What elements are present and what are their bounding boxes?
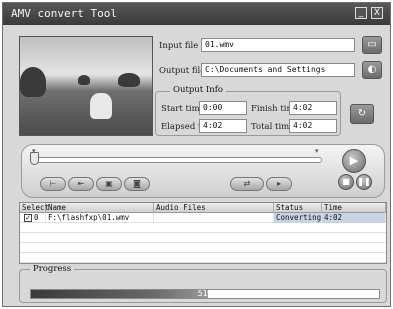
empty-row	[20, 223, 386, 233]
preview-tree	[20, 67, 46, 97]
column-select[interactable]: Select	[20, 203, 49, 213]
total-time-label: Total time	[251, 122, 295, 132]
empty-row	[20, 253, 386, 263]
snapshot-button[interactable]: ▣	[96, 177, 122, 191]
play-icon: ▶	[349, 154, 359, 167]
minimize-button[interactable]: _	[355, 7, 367, 19]
stop-button[interactable]: ■	[338, 174, 354, 190]
mark-in-button[interactable]: ⊢	[40, 177, 66, 191]
progress-text: 51%	[197, 289, 213, 298]
browse-input-button[interactable]: ▭	[362, 36, 382, 54]
browse-output-button[interactable]: ◐	[362, 61, 382, 79]
total-time-field: 4:02	[289, 119, 337, 133]
input-file-label: Input file	[159, 41, 199, 51]
capture-icon: ◙	[133, 179, 141, 188]
row-name-cell: F:\flashfxp\01.wmv	[46, 213, 154, 223]
stop-icon: ■	[342, 177, 350, 186]
playback-controls: ▾ ▾ ⊢ ⇤ ▣ ◙ ⇄ ▸ ▶ ■ ❚❚	[21, 144, 385, 198]
folder-icon: ▭	[367, 39, 377, 50]
progress-title: Progress	[30, 264, 75, 274]
empty-row	[20, 233, 386, 243]
globe-icon: ◐	[367, 64, 377, 75]
mark-in-icon: ⊢	[49, 179, 57, 188]
end-marker-icon: ▾	[315, 147, 319, 155]
checkbox-checked-icon[interactable]: ✓	[24, 214, 32, 222]
video-preview	[19, 36, 153, 136]
output-file-label: Output file	[159, 66, 206, 76]
close-button[interactable]: X	[371, 7, 383, 19]
refresh-icon: ↻	[357, 108, 367, 119]
title-bar: AMV convert Tool _ X	[3, 3, 390, 25]
output-info-title: Output Info	[170, 85, 226, 95]
play-button[interactable]: ▶	[342, 149, 366, 173]
next-icon: ▸	[276, 179, 281, 188]
start-time-field: 0:00	[199, 101, 247, 115]
next-button[interactable]: ▸	[266, 177, 292, 191]
input-file-field[interactable]: 01.wmv	[201, 38, 355, 52]
progress-group: Progress 51%	[19, 264, 387, 303]
table-header: Select Name Audio Files Status Time	[20, 203, 386, 213]
column-status[interactable]: Status	[274, 203, 322, 213]
row-select-cell[interactable]: ✓ 0	[20, 213, 46, 223]
row-status-cell: Converting	[274, 213, 322, 223]
window-title: AMV convert Tool	[11, 7, 117, 20]
preview-barn	[78, 75, 90, 85]
convert-button[interactable]: ⇄	[230, 177, 264, 191]
pause-button[interactable]: ❚❚	[356, 174, 372, 190]
column-time[interactable]: Time	[322, 203, 386, 213]
column-audio-files[interactable]: Audio Files	[154, 203, 274, 213]
seek-thumb[interactable]	[30, 152, 39, 165]
app-window: AMV convert Tool _ X Input file 01.wmv ▭…	[2, 2, 391, 307]
file-table: Select Name Audio Files Status Time ✓ 0 …	[19, 202, 387, 264]
convert-icon: ⇄	[243, 179, 251, 188]
progress-bar: 51%	[30, 289, 380, 299]
step-back-icon: ⇤	[77, 179, 85, 188]
pause-icon: ❚❚	[357, 177, 371, 186]
preview-horse	[90, 93, 112, 119]
table-row[interactable]: ✓ 0 F:\flashfxp\01.wmv Converting 4:02	[20, 213, 386, 223]
step-back-button[interactable]: ⇤	[68, 177, 94, 191]
row-audio-cell	[154, 213, 274, 223]
refresh-button[interactable]: ↻	[350, 104, 374, 124]
empty-row	[20, 243, 386, 253]
seek-track[interactable]	[32, 157, 322, 163]
capture-button[interactable]: ◙	[124, 177, 150, 191]
column-name[interactable]: Name	[46, 203, 154, 213]
output-file-field[interactable]: C:\Documents and Settings	[201, 63, 355, 77]
finish-time-field: 4:02	[289, 101, 337, 115]
row-time-cell: 4:02	[322, 213, 386, 223]
snapshot-icon: ▣	[105, 179, 113, 188]
row-select-value: 0	[34, 213, 39, 222]
preview-building	[118, 73, 140, 87]
elapsed-time-field: 4:02	[199, 119, 247, 133]
